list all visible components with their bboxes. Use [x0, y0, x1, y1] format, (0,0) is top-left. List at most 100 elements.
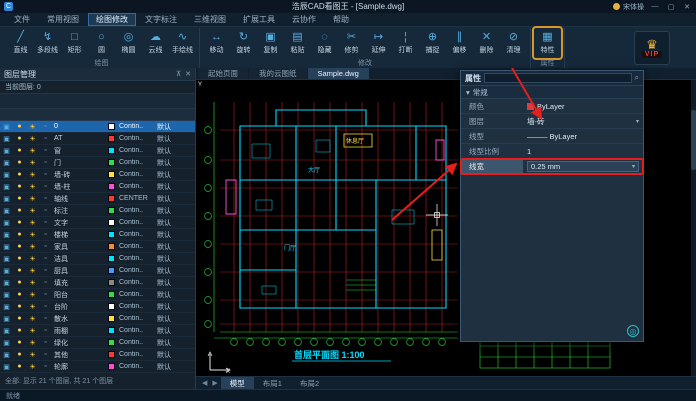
menu-tab[interactable]: 帮助 — [325, 13, 357, 26]
layer-freeze-icon[interactable]: ☀ — [26, 135, 39, 143]
layer-lock-icon[interactable]: ▫ — [39, 135, 52, 142]
layer-color-swatch[interactable] — [108, 231, 115, 238]
close-button[interactable]: ✕ — [682, 3, 692, 11]
layer-row[interactable]: ▣ ● ☀ ▫ 门 Contin.. 默认 — [0, 157, 195, 169]
ribbon-tool-button[interactable]: ↔ 移动 — [203, 28, 230, 58]
ribbon-tool-button[interactable]: ∿ 手绘线 — [169, 28, 196, 58]
layer-lock-icon[interactable]: ▫ — [39, 339, 52, 346]
layer-row[interactable]: ▣ ● ☀ ▫ 墙-柱 Contin.. 默认 — [0, 181, 195, 193]
layer-row[interactable]: ▣ ● ☀ ▫ 洁具 Contin.. 默认 — [0, 253, 195, 265]
vertical-scrollbar[interactable] — [691, 80, 696, 376]
layer-on-icon[interactable]: ● — [13, 135, 26, 142]
layer-row[interactable]: ▣ ● ☀ ▫ 轴线 CENTER 默认 — [0, 193, 195, 205]
layer-color-swatch[interactable] — [108, 183, 115, 190]
chevron-down-icon[interactable]: ▾ — [466, 88, 470, 97]
layout-tab[interactable]: 模型 — [221, 377, 254, 389]
layer-on-icon[interactable]: ● — [13, 231, 26, 238]
layer-freeze-icon[interactable]: ☀ — [26, 123, 39, 131]
ribbon-tool-button[interactable]: ⊕ 捕捉 — [419, 28, 446, 58]
layer-color-swatch[interactable] — [108, 195, 115, 202]
layer-freeze-icon[interactable]: ☀ — [26, 243, 39, 251]
menu-tab[interactable]: 扩展工具 — [235, 13, 283, 26]
layer-color-swatch[interactable] — [108, 147, 115, 154]
layer-row[interactable]: ▣ ● ☀ ▫ 文字 Contin.. 默认 — [0, 217, 195, 229]
layer-freeze-icon[interactable]: ☀ — [26, 159, 39, 167]
layer-lock-icon[interactable]: ▫ — [39, 327, 52, 334]
layer-on-icon[interactable]: ● — [13, 147, 26, 154]
layer-row[interactable]: ▣ ● ☀ ▫ 其他 Contin.. 默认 — [0, 349, 195, 361]
layer-on-icon[interactable]: ● — [13, 219, 26, 226]
layer-color-swatch[interactable] — [108, 339, 115, 346]
layer-color-swatch[interactable] — [108, 171, 115, 178]
layer-row[interactable]: ▣ ● ☀ ▫ 绿化 Contin.. 默认 — [0, 337, 195, 349]
layer-color-swatch[interactable] — [108, 159, 115, 166]
layer-lock-icon[interactable]: ▫ — [39, 267, 52, 274]
document-tab[interactable]: Sample.dwg — [308, 68, 369, 79]
ribbon-tool-button[interactable]: ╱ 直线 — [7, 28, 34, 58]
layer-color-swatch[interactable] — [108, 243, 115, 250]
layer-on-icon[interactable]: ● — [13, 291, 26, 298]
layer-on-icon[interactable]: ● — [13, 327, 26, 334]
layer-row[interactable]: ▣ ● ☀ ▫ 标注 Contin.. 默认 — [0, 205, 195, 217]
menu-tab[interactable]: 常用视图 — [39, 13, 87, 26]
scrollbar-thumb[interactable] — [691, 110, 696, 170]
layer-row[interactable]: ▣ ● ☀ ▫ 填充 Contin.. 默认 — [0, 277, 195, 289]
layer-freeze-icon[interactable]: ☀ — [26, 147, 39, 155]
layer-freeze-icon[interactable]: ☀ — [26, 195, 39, 203]
layer-on-icon[interactable]: ● — [13, 183, 26, 190]
ribbon-tool-button[interactable]: ☁ 云线 — [142, 28, 169, 58]
layer-lock-icon[interactable]: ▫ — [39, 207, 52, 214]
ltscale-value[interactable]: 1 — [523, 144, 643, 158]
properties-search-input[interactable] — [484, 73, 632, 83]
layer-row[interactable]: ▣ ● ☀ ▫ 阳台 Contin.. 默认 — [0, 289, 195, 301]
layout-tab[interactable]: 布局2 — [291, 377, 328, 389]
layer-freeze-icon[interactable]: ☀ — [26, 207, 39, 215]
next-layout-icon[interactable]: ▶ — [210, 377, 219, 389]
layer-lock-icon[interactable]: ▫ — [39, 315, 52, 322]
layer-on-icon[interactable]: ● — [13, 303, 26, 310]
layer-lock-icon[interactable]: ▫ — [39, 279, 52, 286]
prev-layout-icon[interactable]: ◀ — [200, 377, 209, 389]
layer-row[interactable]: ▣ ● ☀ ▫ 台阶 Contin.. 默认 — [0, 301, 195, 313]
layer-row[interactable]: ▣ ● ☀ ▫ 家具 Contin.. 默认 — [0, 241, 195, 253]
layer-lock-icon[interactable]: ▫ — [39, 195, 52, 202]
layer-on-icon[interactable]: ● — [13, 351, 26, 358]
layer-lock-icon[interactable]: ▫ — [39, 147, 52, 154]
layer-color-swatch[interactable] — [108, 315, 115, 322]
layer-row[interactable]: ▣ ● ☀ ▫ 散水 Contin.. 默认 — [0, 313, 195, 325]
layer-on-icon[interactable]: ● — [13, 315, 26, 322]
layer-lock-icon[interactable]: ▫ — [39, 159, 52, 166]
layer-color-swatch[interactable] — [108, 123, 115, 130]
layer-color-swatch[interactable] — [108, 219, 115, 226]
layer-lock-icon[interactable]: ▫ — [39, 243, 52, 250]
layer-freeze-icon[interactable]: ☀ — [26, 279, 39, 287]
layer-freeze-icon[interactable]: ☀ — [26, 351, 39, 359]
ribbon-tool-button[interactable]: ✂ 修剪 — [338, 28, 365, 58]
minimize-button[interactable]: — — [650, 3, 660, 10]
document-tab[interactable]: 我的云图纸 — [249, 68, 307, 79]
layer-freeze-icon[interactable]: ☀ — [26, 171, 39, 179]
layer-row[interactable]: ▣ ● ☀ ▫ AT Contin.. 默认 — [0, 133, 195, 145]
lineweight-dropdown[interactable]: 0.25 mm ▾ — [527, 161, 639, 172]
layer-freeze-icon[interactable]: ☀ — [26, 267, 39, 275]
layer-color-swatch[interactable] — [108, 267, 115, 274]
menu-tab[interactable]: 文件 — [6, 13, 38, 26]
ribbon-tool-button[interactable]: ✕ 删除 — [473, 28, 500, 58]
layer-on-icon[interactable]: ● — [13, 267, 26, 274]
layer-lock-icon[interactable]: ▫ — [39, 303, 52, 310]
ribbon-tool-button[interactable]: ∥ 偏移 — [446, 28, 473, 58]
layer-row[interactable]: ▣ ● ☀ ▫ 轮廓 Contin.. 默认 — [0, 361, 195, 373]
layer-row[interactable]: ▣ ● ☀ ▫ 0 Contin.. 默认 — [0, 121, 195, 133]
panel-close-icon[interactable]: ✕ — [185, 70, 191, 78]
layer-value-dropdown[interactable]: 墙-砖 ▾ — [523, 114, 643, 128]
ribbon-tool-button[interactable]: □ 矩形 — [61, 28, 88, 58]
layer-freeze-icon[interactable]: ☀ — [26, 183, 39, 191]
layer-freeze-icon[interactable]: ☀ — [26, 327, 39, 335]
layer-lock-icon[interactable]: ▫ — [39, 351, 52, 358]
layer-freeze-icon[interactable]: ☀ — [26, 363, 39, 371]
layer-freeze-icon[interactable]: ☀ — [26, 231, 39, 239]
layer-on-icon[interactable]: ● — [13, 123, 26, 130]
layer-lock-icon[interactable]: ▫ — [39, 291, 52, 298]
layer-freeze-icon[interactable]: ☀ — [26, 315, 39, 323]
menu-tab[interactable]: 云协作 — [284, 13, 324, 26]
